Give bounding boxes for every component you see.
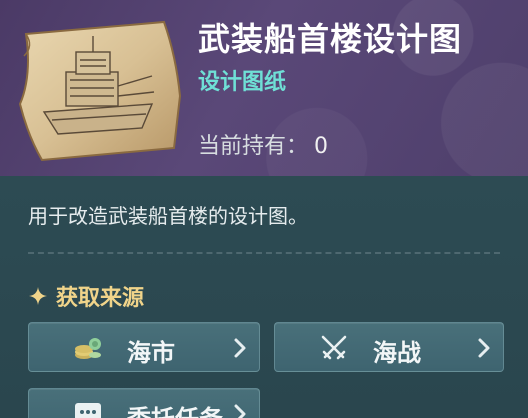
chevron-right-icon bbox=[234, 338, 246, 358]
owned-count-row: 当前持有： 0 bbox=[198, 128, 328, 160]
source-button-sea-battle[interactable]: 海战 bbox=[274, 322, 504, 372]
source-commission-quest-label: 委托任务 bbox=[127, 399, 223, 418]
coin-stack-icon bbox=[75, 338, 101, 359]
chevron-right-icon bbox=[234, 404, 246, 418]
sparkle-icon bbox=[28, 286, 48, 306]
chevron-right-icon bbox=[478, 338, 490, 358]
source-market-label: 海市 bbox=[127, 339, 175, 367]
item-description: 用于改造武装船首楼的设计图。 bbox=[28, 204, 308, 228]
item-type-label: 设计图纸 bbox=[198, 70, 287, 95]
divider bbox=[28, 252, 500, 254]
item-header: 武装船首楼设计图 设计图纸 当前持有： 0 bbox=[0, 0, 528, 176]
owned-count-label: 当前持有： bbox=[198, 134, 309, 159]
speech-bubble-icon bbox=[75, 403, 101, 418]
source-sea-battle-label: 海战 bbox=[373, 339, 421, 367]
item-detail-panel: 武装船首楼设计图 设计图纸 当前持有： 0 用于改造武装船首楼的设计图。 获取来源… bbox=[0, 0, 528, 418]
source-button-market[interactable]: 海市 bbox=[28, 322, 260, 372]
source-button-commission-quest[interactable]: 委托任务 bbox=[28, 388, 260, 418]
sources-section-title: 获取来源 bbox=[28, 280, 144, 312]
ship-blueprint-image bbox=[18, 20, 182, 162]
sources-title-label: 获取来源 bbox=[56, 286, 145, 311]
item-title: 武装船首楼设计图 bbox=[198, 20, 463, 58]
owned-count-value: 0 bbox=[314, 134, 329, 159]
crossed-swords-icon bbox=[321, 335, 347, 360]
